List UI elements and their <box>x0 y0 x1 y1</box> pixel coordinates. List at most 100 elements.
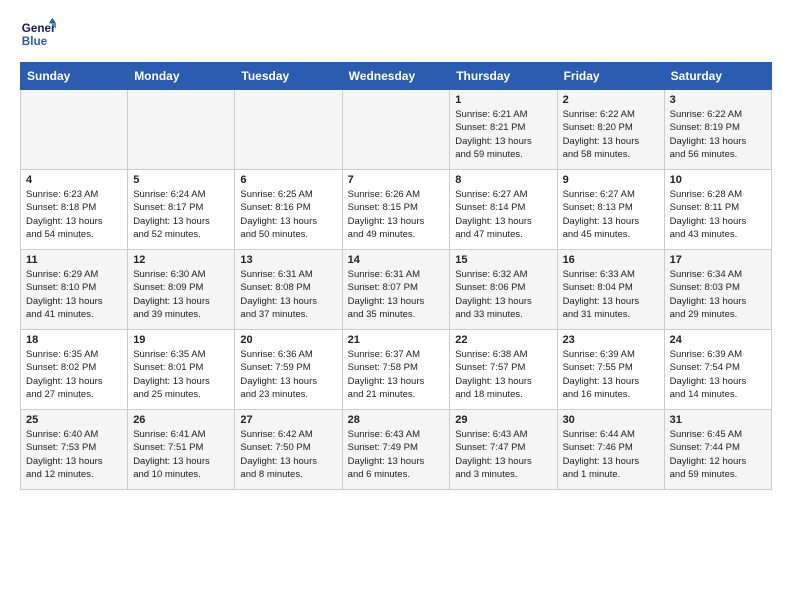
day-info: Sunrise: 6:39 AM Sunset: 7:54 PM Dayligh… <box>670 348 766 401</box>
day-info: Sunrise: 6:42 AM Sunset: 7:50 PM Dayligh… <box>240 428 336 481</box>
day-info: Sunrise: 6:43 AM Sunset: 7:49 PM Dayligh… <box>348 428 445 481</box>
day-cell: 21 Sunrise: 6:37 AM Sunset: 7:58 PM Dayli… <box>342 330 450 410</box>
day-info: Sunrise: 6:30 AM Sunset: 8:09 PM Dayligh… <box>133 268 229 321</box>
day-number: 21 <box>348 334 445 346</box>
day-cell <box>342 90 450 170</box>
header-cell-saturday: Saturday <box>664 63 771 90</box>
day-cell: 11Sunrise: 6:29 AM Sunset: 8:10 PM Dayli… <box>21 250 128 330</box>
day-info: Sunrise: 6:26 AM Sunset: 8:15 PM Dayligh… <box>348 188 445 241</box>
day-cell: 19 Sunrise: 6:35 AM Sunset: 8:01 PM Dayli… <box>128 330 235 410</box>
header-cell-monday: Monday <box>128 63 235 90</box>
calendar-header: SundayMondayTuesdayWednesdayThursdayFrid… <box>21 63 772 90</box>
day-cell: 16 Sunrise: 6:33 AM Sunset: 8:04 PM Dayli… <box>557 250 664 330</box>
day-cell: 27 Sunrise: 6:42 AM Sunset: 7:50 PM Dayli… <box>235 410 342 490</box>
day-info: Sunrise: 6:34 AM Sunset: 8:03 PM Dayligh… <box>670 268 766 321</box>
day-info: Sunrise: 6:45 AM Sunset: 7:44 PM Dayligh… <box>670 428 766 481</box>
day-number: 7 <box>348 174 445 186</box>
calendar-table: SundayMondayTuesdayWednesdayThursdayFrid… <box>20 62 772 490</box>
day-info: Sunrise: 6:37 AM Sunset: 7:58 PM Dayligh… <box>348 348 445 401</box>
day-info: Sunrise: 6:25 AM Sunset: 8:16 PM Dayligh… <box>240 188 336 241</box>
day-cell: 28Sunrise: 6:43 AM Sunset: 7:49 PM Dayli… <box>342 410 450 490</box>
day-cell: 6 Sunrise: 6:25 AM Sunset: 8:16 PM Daylig… <box>235 170 342 250</box>
header-cell-sunday: Sunday <box>21 63 128 90</box>
day-number: 17 <box>670 254 766 266</box>
day-cell: 26 Sunrise: 6:41 AM Sunset: 7:51 PM Dayli… <box>128 410 235 490</box>
header-row: SundayMondayTuesdayWednesdayThursdayFrid… <box>21 63 772 90</box>
day-number: 19 <box>133 334 229 346</box>
week-row-3: 11Sunrise: 6:29 AM Sunset: 8:10 PM Dayli… <box>21 250 772 330</box>
day-cell <box>21 90 128 170</box>
day-number: 16 <box>563 254 659 266</box>
day-info: Sunrise: 6:38 AM Sunset: 7:57 PM Dayligh… <box>455 348 551 401</box>
day-cell: 31 Sunrise: 6:45 AM Sunset: 7:44 PM Dayli… <box>664 410 771 490</box>
day-cell <box>235 90 342 170</box>
day-cell: 9Sunrise: 6:27 AM Sunset: 8:13 PM Daylig… <box>557 170 664 250</box>
day-number: 20 <box>240 334 336 346</box>
day-cell: 1 Sunrise: 6:21 AM Sunset: 8:21 PM Daylig… <box>450 90 557 170</box>
day-info: Sunrise: 6:28 AM Sunset: 8:11 PM Dayligh… <box>670 188 766 241</box>
day-cell: 2 Sunrise: 6:22 AM Sunset: 8:20 PM Daylig… <box>557 90 664 170</box>
day-number: 12 <box>133 254 229 266</box>
day-number: 8 <box>455 174 551 186</box>
header-cell-wednesday: Wednesday <box>342 63 450 90</box>
day-number: 1 <box>455 94 551 106</box>
day-info: Sunrise: 6:35 AM Sunset: 8:01 PM Dayligh… <box>133 348 229 401</box>
day-cell: 23Sunrise: 6:39 AM Sunset: 7:55 PM Dayli… <box>557 330 664 410</box>
page-header: General Blue <box>20 16 772 52</box>
day-cell: 30 Sunrise: 6:44 AM Sunset: 7:46 PM Dayli… <box>557 410 664 490</box>
day-info: Sunrise: 6:41 AM Sunset: 7:51 PM Dayligh… <box>133 428 229 481</box>
day-cell: 7 Sunrise: 6:26 AM Sunset: 8:15 PM Daylig… <box>342 170 450 250</box>
day-cell: 12 Sunrise: 6:30 AM Sunset: 8:09 PM Dayli… <box>128 250 235 330</box>
day-cell: 4Sunrise: 6:23 AM Sunset: 8:18 PM Daylig… <box>21 170 128 250</box>
logo: General Blue <box>20 16 56 52</box>
day-cell <box>128 90 235 170</box>
day-number: 30 <box>563 414 659 426</box>
day-cell: 5Sunrise: 6:24 AM Sunset: 8:17 PM Daylig… <box>128 170 235 250</box>
day-info: Sunrise: 6:22 AM Sunset: 8:19 PM Dayligh… <box>670 108 766 161</box>
day-cell: 20 Sunrise: 6:36 AM Sunset: 7:59 PM Dayli… <box>235 330 342 410</box>
day-cell: 3Sunrise: 6:22 AM Sunset: 8:19 PM Daylig… <box>664 90 771 170</box>
day-info: Sunrise: 6:43 AM Sunset: 7:47 PM Dayligh… <box>455 428 551 481</box>
day-cell: 14Sunrise: 6:31 AM Sunset: 8:07 PM Dayli… <box>342 250 450 330</box>
day-info: Sunrise: 6:27 AM Sunset: 8:14 PM Dayligh… <box>455 188 551 241</box>
day-info: Sunrise: 6:31 AM Sunset: 8:07 PM Dayligh… <box>348 268 445 321</box>
day-cell: 10 Sunrise: 6:28 AM Sunset: 8:11 PM Dayli… <box>664 170 771 250</box>
day-number: 22 <box>455 334 551 346</box>
svg-text:Blue: Blue <box>22 35 48 48</box>
day-number: 2 <box>563 94 659 106</box>
header-cell-friday: Friday <box>557 63 664 90</box>
day-info: Sunrise: 6:36 AM Sunset: 7:59 PM Dayligh… <box>240 348 336 401</box>
day-info: Sunrise: 6:23 AM Sunset: 8:18 PM Dayligh… <box>26 188 122 241</box>
day-cell: 13 Sunrise: 6:31 AM Sunset: 8:08 PM Dayli… <box>235 250 342 330</box>
day-info: Sunrise: 6:29 AM Sunset: 8:10 PM Dayligh… <box>26 268 122 321</box>
day-cell: 17 Sunrise: 6:34 AM Sunset: 8:03 PM Dayli… <box>664 250 771 330</box>
day-number: 26 <box>133 414 229 426</box>
day-number: 5 <box>133 174 229 186</box>
day-cell: 15Sunrise: 6:32 AM Sunset: 8:06 PM Dayli… <box>450 250 557 330</box>
logo-icon: General Blue <box>20 16 56 52</box>
day-number: 13 <box>240 254 336 266</box>
day-number: 27 <box>240 414 336 426</box>
day-number: 24 <box>670 334 766 346</box>
header-cell-thursday: Thursday <box>450 63 557 90</box>
calendar-body: 1 Sunrise: 6:21 AM Sunset: 8:21 PM Daylig… <box>21 90 772 490</box>
day-info: Sunrise: 6:31 AM Sunset: 8:08 PM Dayligh… <box>240 268 336 321</box>
day-cell: 22 Sunrise: 6:38 AM Sunset: 7:57 PM Dayli… <box>450 330 557 410</box>
day-number: 31 <box>670 414 766 426</box>
day-number: 6 <box>240 174 336 186</box>
day-cell: 25Sunrise: 6:40 AM Sunset: 7:53 PM Dayli… <box>21 410 128 490</box>
day-cell: 24 Sunrise: 6:39 AM Sunset: 7:54 PM Dayli… <box>664 330 771 410</box>
day-cell: 8 Sunrise: 6:27 AM Sunset: 8:14 PM Daylig… <box>450 170 557 250</box>
day-info: Sunrise: 6:35 AM Sunset: 8:02 PM Dayligh… <box>26 348 122 401</box>
day-number: 23 <box>563 334 659 346</box>
week-row-2: 4Sunrise: 6:23 AM Sunset: 8:18 PM Daylig… <box>21 170 772 250</box>
day-number: 18 <box>26 334 122 346</box>
day-number: 9 <box>563 174 659 186</box>
day-number: 15 <box>455 254 551 266</box>
day-number: 29 <box>455 414 551 426</box>
day-info: Sunrise: 6:21 AM Sunset: 8:21 PM Dayligh… <box>455 108 551 161</box>
day-info: Sunrise: 6:33 AM Sunset: 8:04 PM Dayligh… <box>563 268 659 321</box>
day-info: Sunrise: 6:44 AM Sunset: 7:46 PM Dayligh… <box>563 428 659 481</box>
day-number: 10 <box>670 174 766 186</box>
day-info: Sunrise: 6:22 AM Sunset: 8:20 PM Dayligh… <box>563 108 659 161</box>
